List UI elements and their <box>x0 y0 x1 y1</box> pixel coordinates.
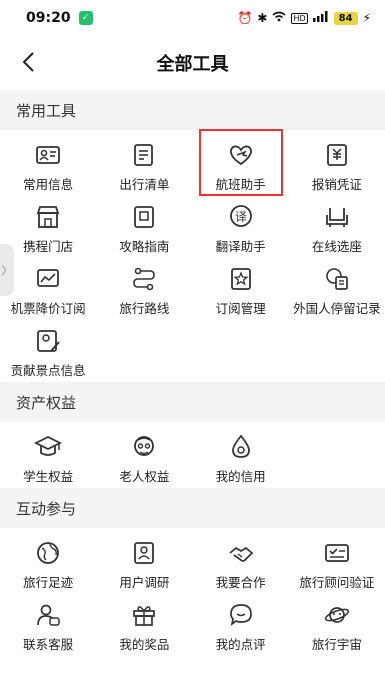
tool-label: 我的奖品 <box>119 637 170 652</box>
tool-item[interactable]: 我的奖品 <box>96 594 192 656</box>
tool-sections: 常用工具 常用信息 出行清单 航班助手 报销凭证 携程门店 攻略指南译翻译助手 在线选座 机票降… <box>0 90 385 656</box>
globe-record-icon <box>322 264 352 294</box>
signal-icon <box>312 11 329 25</box>
tool-label: 机票降价订阅 <box>10 301 86 316</box>
translate-icon: 译 <box>226 202 256 232</box>
svg-text:译: 译 <box>235 210 247 224</box>
tool-item[interactable]: 在线选座 <box>289 196 385 258</box>
heart-plane-icon <box>226 140 256 170</box>
tool-item[interactable]: 我要合作 <box>193 532 289 594</box>
tool-label: 我的点评 <box>215 637 266 652</box>
tool-item[interactable]: 外国人停留记录 <box>289 258 385 320</box>
star-bookmark-icon <box>226 264 256 294</box>
battery-indicator: 84 <box>333 11 358 25</box>
survey-icon <box>129 538 159 568</box>
tool-item[interactable]: 学生权益 <box>0 426 96 488</box>
tool-grid: 常用信息 出行清单 航班助手 报销凭证 携程门店 攻略指南译翻译助手 在线选座 机票降价订阅旅… <box>0 129 385 382</box>
tool-item[interactable]: 常用信息 <box>0 134 96 196</box>
tool-label: 外国人停留记录 <box>293 301 381 316</box>
tool-item[interactable]: 旅行足迹 <box>0 532 96 594</box>
guide-book-icon <box>129 202 159 232</box>
tool-grid: 旅行足迹 用户调研 我要合作 旅行顾问验证联系客服 我的奖品 我的点评 旅行宇宙 <box>0 528 385 656</box>
tool-item[interactable]: 我的信用 <box>193 426 289 488</box>
tool-item[interactable]: 贡献景点信息 <box>0 320 96 382</box>
tool-label: 旅行顾问验证 <box>299 575 375 590</box>
tool-label: 出行清单 <box>119 177 170 192</box>
section-title: 互动参与 <box>0 488 385 528</box>
tool-item[interactable]: 老人权益 <box>96 426 192 488</box>
checklist-icon <box>129 140 159 170</box>
tool-item[interactable]: 出行清单 <box>96 134 192 196</box>
tool-item[interactable]: 机票降价订阅 <box>0 258 96 320</box>
wechat-notification-icon: ✓ <box>78 11 93 25</box>
tool-item[interactable]: 航班助手 <box>193 129 289 196</box>
page-title: 全部工具 <box>156 54 229 75</box>
tool-label: 旅行路线 <box>119 301 170 316</box>
tool-item[interactable]: 用户调研 <box>96 532 192 594</box>
tool-label: 学生权益 <box>23 469 74 484</box>
seat-icon <box>322 202 352 232</box>
tool-label: 我要合作 <box>215 575 266 590</box>
globe-icon <box>33 538 63 568</box>
alarm-icon: ⏰ <box>237 11 253 25</box>
hd-icon: HD <box>291 12 308 24</box>
location-edit-icon <box>33 326 63 356</box>
tool-label: 常用信息 <box>23 177 74 192</box>
elder-icon <box>129 432 159 462</box>
tool-item[interactable]: 攻略指南 <box>96 196 192 258</box>
bluetooth-icon: ✱ <box>257 11 268 25</box>
tool-item[interactable]: 我的点评 <box>193 594 289 656</box>
wifi-icon <box>272 11 286 25</box>
side-drawer-handle[interactable]: 〉 <box>0 244 14 296</box>
tool-item[interactable]: 旅行宇宙 <box>289 594 385 656</box>
back-button[interactable] <box>14 47 42 77</box>
tool-label: 携程门店 <box>23 239 74 254</box>
tool-item[interactable]: 旅行路线 <box>96 258 192 320</box>
graduation-cap-icon <box>33 432 63 462</box>
price-chart-icon <box>33 264 63 294</box>
tool-label: 旅行足迹 <box>23 575 74 590</box>
comment-icon <box>226 600 256 630</box>
tool-label: 旅行宇宙 <box>311 637 362 652</box>
planet-icon <box>322 600 352 630</box>
tool-label: 订阅管理 <box>215 301 266 316</box>
chevron-left-icon <box>22 52 34 72</box>
tool-item[interactable]: 旅行顾问验证 <box>289 532 385 594</box>
tool-label: 报销凭证 <box>311 177 362 192</box>
tool-label: 攻略指南 <box>119 239 170 254</box>
tool-item[interactable]: 报销凭证 <box>289 134 385 196</box>
tool-item[interactable]: 订阅管理 <box>193 258 289 320</box>
status-indicators: ⏰ ✱ HD 84 ⚡ <box>237 11 371 25</box>
tool-label: 贡献景点信息 <box>10 363 86 378</box>
tool-label: 在线选座 <box>311 239 362 254</box>
tool-label: 老人权益 <box>119 469 170 484</box>
tool-label: 我的信用 <box>215 469 266 484</box>
tool-label: 翻译助手 <box>215 239 266 254</box>
receipt-icon <box>322 140 352 170</box>
customer-service-icon <box>33 600 63 630</box>
tool-label: 用户调研 <box>119 575 170 590</box>
gift-icon <box>129 600 159 630</box>
page-header: 全部工具 <box>0 36 385 90</box>
tool-label: 联系客服 <box>23 637 74 652</box>
tool-item[interactable]: 联系客服 <box>0 594 96 656</box>
id-card-icon <box>33 140 63 170</box>
tool-grid: 学生权益 老人权益 我的信用 <box>0 422 385 488</box>
route-icon <box>129 264 159 294</box>
section-title: 资产权益 <box>0 382 385 422</box>
charging-icon: ⚡ <box>362 11 371 25</box>
handshake-icon <box>226 538 256 568</box>
store-icon <box>33 202 63 232</box>
drop-icon <box>226 432 256 462</box>
tool-item[interactable]: 携程门店 <box>0 196 96 258</box>
tool-label: 航班助手 <box>215 177 266 192</box>
status-bar: 09:20 ✓ ⏰ ✱ HD 84 ⚡ <box>0 0 385 36</box>
tool-item[interactable]: 译翻译助手 <box>193 196 289 258</box>
status-time: 09:20 <box>26 10 71 26</box>
verify-card-icon <box>322 538 352 568</box>
section-title: 常用工具 <box>0 90 385 130</box>
